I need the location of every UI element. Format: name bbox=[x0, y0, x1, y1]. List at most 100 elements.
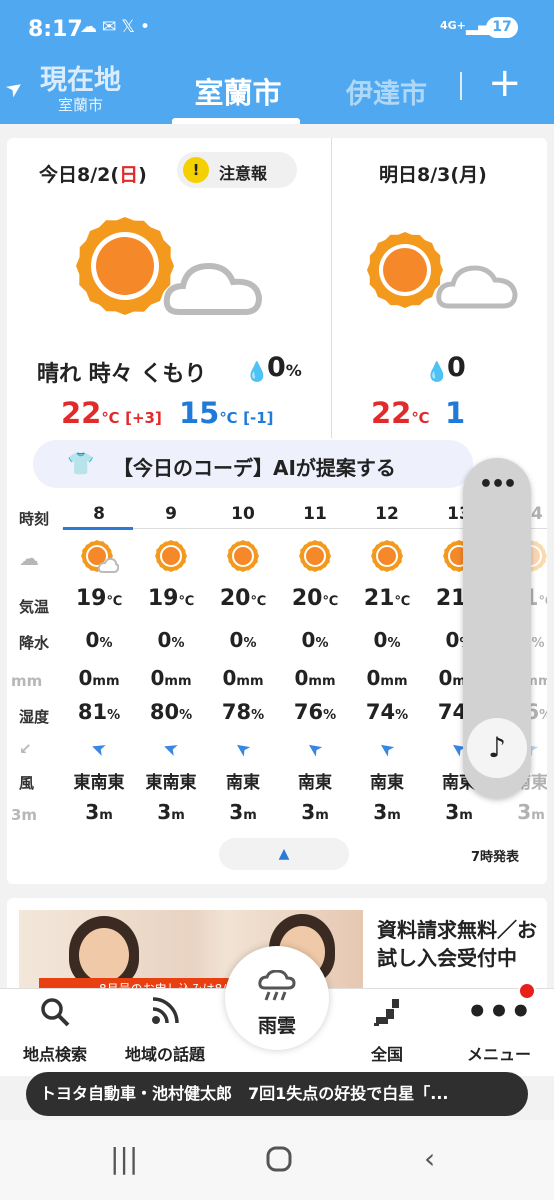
precip-cell: 0% bbox=[373, 628, 401, 652]
location-arrow-icon: ➤ bbox=[0, 73, 29, 103]
amount-cell: 0mm bbox=[222, 666, 264, 690]
amount-row-label: mm bbox=[11, 672, 43, 690]
hour-cell: 11 bbox=[303, 504, 327, 524]
ai-outfit-banner[interactable]: 👕 【今日のコーデ】AIが提案する bbox=[33, 440, 473, 488]
tab-divider bbox=[460, 72, 462, 100]
today-precip-probability: 0% bbox=[267, 352, 302, 383]
tab-date[interactable]: 伊達市 bbox=[346, 72, 427, 111]
nav-search-label: 地点検索 bbox=[22, 1045, 87, 1064]
hour-cell: 9 bbox=[165, 504, 177, 524]
temp-cell: 20℃ bbox=[219, 586, 267, 611]
nav-national[interactable]: 全国 bbox=[332, 989, 442, 1065]
amount-cell: 0mm bbox=[78, 666, 120, 690]
wind-speed-cell: 3m bbox=[445, 800, 473, 824]
wind-direction-icon: ➤ bbox=[230, 735, 256, 762]
sunny-icon bbox=[279, 538, 351, 578]
temp-cell: 20℃ bbox=[291, 586, 339, 611]
sunny-icon bbox=[351, 538, 423, 578]
wind-direction-cell: 南東 bbox=[226, 773, 260, 793]
japan-map-icon bbox=[332, 997, 442, 1035]
temp-cell: 19℃ bbox=[147, 586, 195, 611]
weather-card: 今日8/2(日) ! 注意報 明日8/3(月) 晴れ 時々 くもり 💧 0% 💧… bbox=[7, 138, 547, 884]
tomorrow-low-temp: 1 bbox=[445, 396, 466, 430]
wind-direction-icon: ➤ bbox=[160, 736, 182, 761]
wind-speed-cell: 3m bbox=[517, 800, 545, 824]
add-location-button[interactable]: + bbox=[488, 60, 522, 106]
sunny-cloudy-icon bbox=[76, 217, 263, 315]
precip-cell: 0% bbox=[157, 628, 185, 652]
hour-cell: 8 bbox=[93, 504, 105, 524]
tab-muroran[interactable]: 室蘭市 bbox=[178, 70, 298, 112]
rain-radar-button[interactable]: 雨雲 bbox=[225, 946, 329, 1050]
temp-cell: 21℃ bbox=[363, 586, 411, 611]
warning-badge[interactable]: ! 注意報 bbox=[177, 152, 297, 188]
collapse-hourly-button[interactable]: ▲ bbox=[219, 838, 349, 870]
tomorrow-precip-probability: 0 bbox=[447, 352, 466, 383]
nav-local-topics[interactable]: 地域の話題 bbox=[110, 989, 220, 1065]
wind-direction-cell: 南東 bbox=[370, 773, 404, 793]
active-tab-indicator bbox=[172, 118, 300, 124]
precip-cell: 0% bbox=[229, 628, 257, 652]
nav-topics-label: 地域の話題 bbox=[124, 1045, 205, 1064]
tomorrow-weather-icon bbox=[367, 232, 518, 309]
wind-direction-icon: ➤ bbox=[88, 736, 110, 761]
hour-cell: 10 bbox=[231, 504, 255, 524]
wind-direction-cell: 南東 bbox=[298, 773, 332, 793]
more-options-icon[interactable]: ••• bbox=[463, 472, 531, 497]
temp-row-label: 気温 bbox=[19, 598, 50, 616]
floating-media-bubble[interactable]: ••• ♪ bbox=[463, 458, 531, 798]
back-button[interactable]: ‹ bbox=[424, 1142, 435, 1175]
ai-banner-text: 【今日のコーデ】AIが提案する bbox=[113, 456, 396, 480]
wind-speed-cell: 3m bbox=[85, 800, 113, 824]
tab-current-location[interactable]: 現在地 bbox=[40, 58, 121, 97]
hour-row-label: 時刻 bbox=[19, 510, 50, 528]
today-label: 今日8/2(日) bbox=[39, 164, 147, 186]
hour-cell: 12 bbox=[375, 504, 399, 524]
notification-dot bbox=[518, 982, 536, 1000]
network-indicator: 4G+ bbox=[440, 19, 466, 32]
rain-radar-label: 雨雲 bbox=[257, 1015, 296, 1037]
nav-national-label: 全国 bbox=[370, 1045, 403, 1064]
humidity-cell: 76% bbox=[293, 700, 337, 724]
raindrop-icon: 💧 bbox=[245, 361, 269, 383]
humidity-cell: 74% bbox=[365, 700, 409, 724]
selected-hour-indicator bbox=[63, 527, 133, 530]
news-ticker[interactable]: トヨタ自動車・池村健太郎 7回1失点の好投で白星「... bbox=[26, 1072, 528, 1116]
wind-direction-cell: 東南東 bbox=[73, 773, 125, 793]
recent-apps-button[interactable]: ||| bbox=[110, 1142, 138, 1175]
wind-speed-cell: 3m bbox=[373, 800, 401, 824]
precip-cell: 0% bbox=[85, 628, 113, 652]
precip-cell: 0% bbox=[301, 628, 329, 652]
amount-cell: 0mm bbox=[366, 666, 408, 690]
amount-cell: 0mm bbox=[294, 666, 336, 690]
rss-feed-icon bbox=[110, 997, 220, 1035]
weather-row-icon: ☁ bbox=[19, 546, 39, 570]
app-header: 8:17 ☁✉𝕏• 4G+ ▂▄▆ 17 ➤ 現在地 室蘭市 室蘭市 伊達市 + bbox=[0, 0, 554, 124]
humidity-cell: 78% bbox=[221, 700, 265, 724]
nav-search[interactable]: 地点検索 bbox=[0, 989, 110, 1065]
warning-label: 注意報 bbox=[219, 164, 268, 183]
amount-cell: 0mm bbox=[150, 666, 192, 690]
precip-row-label: 降水 bbox=[19, 634, 50, 652]
status-time: 8:17 bbox=[28, 17, 83, 42]
warning-icon: ! bbox=[183, 157, 209, 183]
shirt-icon: 👕 bbox=[67, 452, 95, 477]
tomorrow-label: 明日8/3(月) bbox=[379, 164, 487, 186]
wind-row-label: 風 bbox=[19, 774, 35, 792]
wind-direction-icon: ➤ bbox=[374, 735, 400, 762]
home-button[interactable] bbox=[266, 1146, 292, 1179]
ad-text[interactable]: 資料請求無料／お試し入会受付中 bbox=[377, 916, 537, 972]
weather-condition: 晴れ 時々 くもり bbox=[37, 362, 207, 387]
humidity-cell: 80% bbox=[149, 700, 193, 724]
sunny-icon bbox=[207, 538, 279, 578]
rain-cloud-icon bbox=[225, 969, 329, 1009]
status-notification-icons: ☁✉𝕏• bbox=[80, 17, 155, 37]
tomorrow-high-temp: 22℃ bbox=[371, 396, 430, 430]
nav-menu[interactable]: ••• メニュー bbox=[444, 989, 554, 1065]
today-high-temp: 22℃ [+3] bbox=[61, 396, 162, 430]
sunny-icon bbox=[63, 538, 135, 578]
today-low-temp: 15℃ [-1] bbox=[179, 396, 274, 430]
humidity-cell: 81% bbox=[77, 700, 121, 724]
music-note-icon[interactable]: ♪ bbox=[467, 718, 527, 778]
wind-direction-cell: 東南東 bbox=[145, 773, 197, 793]
